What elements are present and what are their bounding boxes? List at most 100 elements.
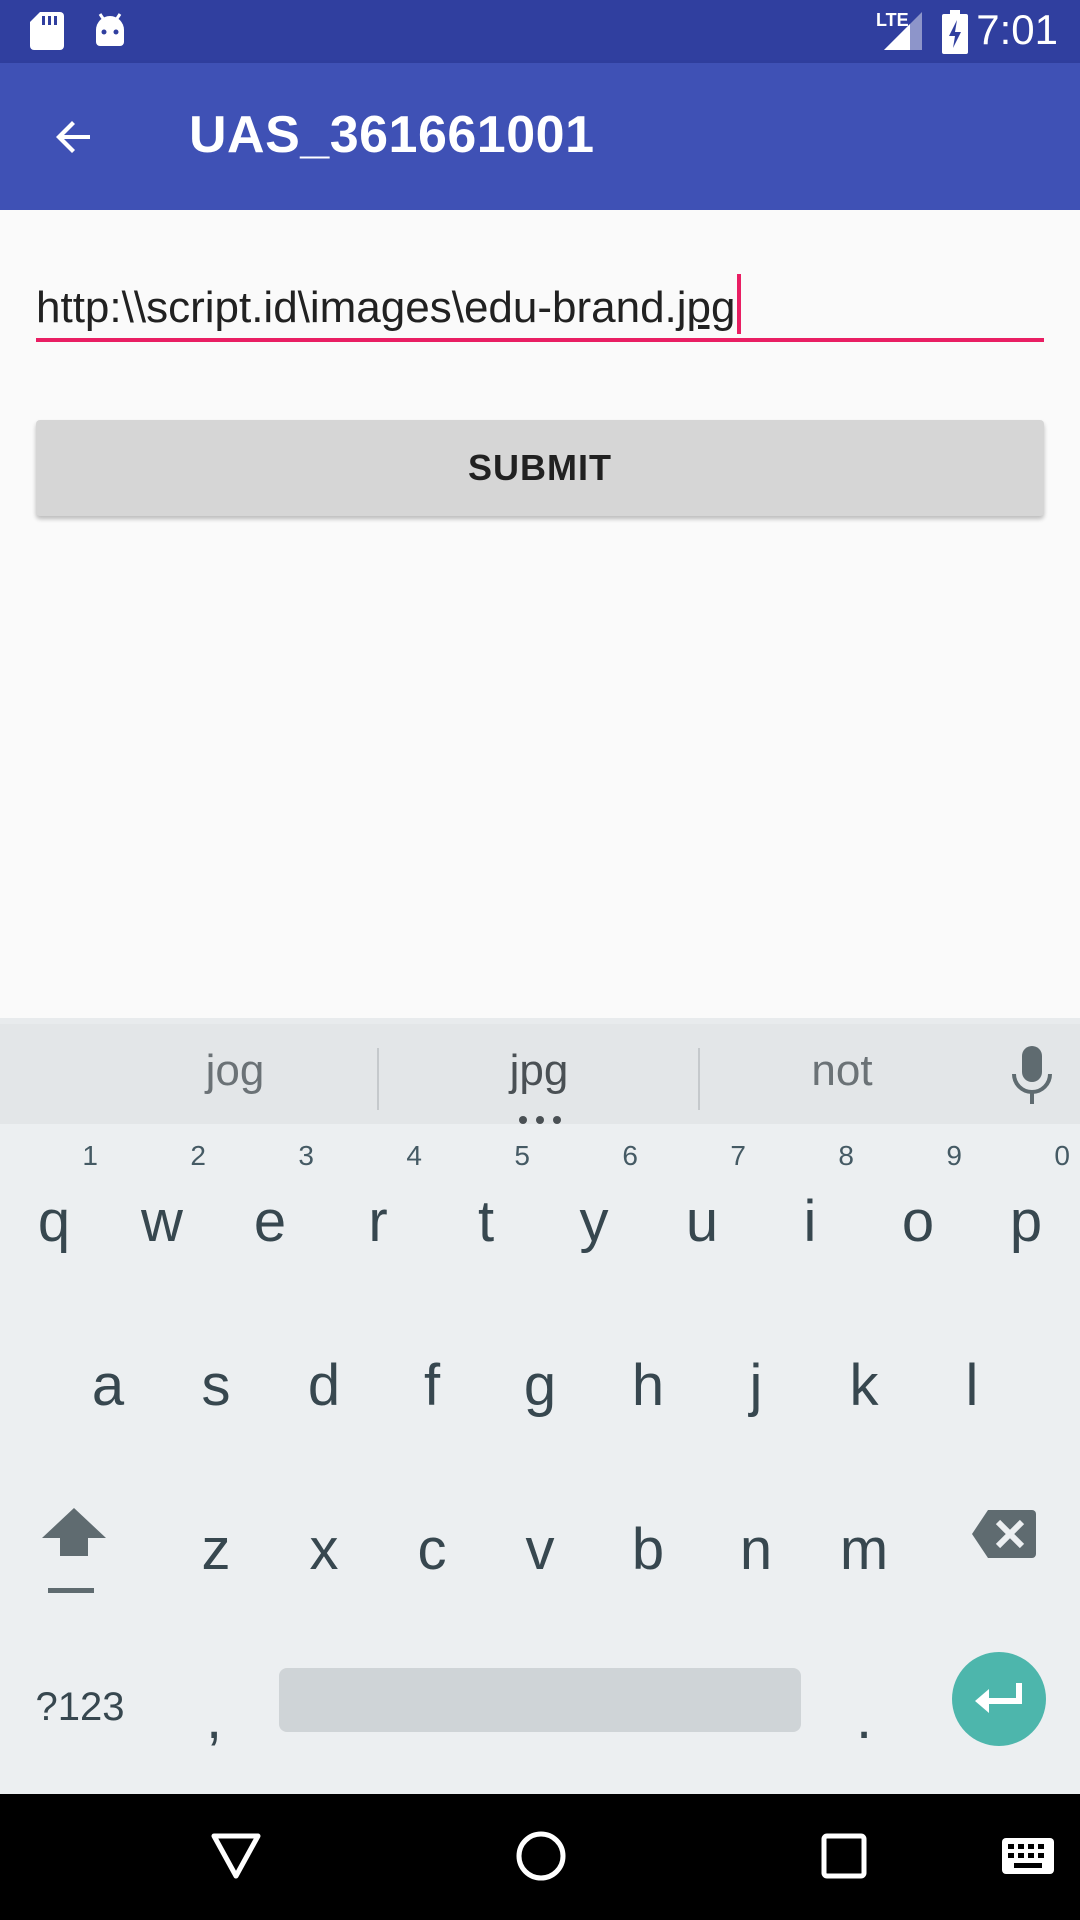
battery-charging-icon (942, 10, 968, 54)
key-number-hint: 3 (298, 1140, 314, 1171)
key-q[interactable]: 1q (0, 1136, 108, 1266)
home-circle-icon[interactable] (515, 1830, 567, 1882)
key-label: j (749, 1353, 763, 1418)
text-cursor (736, 274, 741, 334)
key-label: i (803, 1189, 817, 1254)
enter-icon (975, 1683, 1022, 1713)
key-label: d (307, 1353, 341, 1418)
key-number-hint: 5 (514, 1140, 530, 1171)
back-triangle-icon[interactable] (210, 1832, 262, 1880)
shift-key-icon[interactable] (42, 1508, 106, 1594)
comma-key[interactable]: , (160, 1633, 268, 1763)
key-v[interactable]: v (486, 1464, 594, 1594)
url-text-prefix: http:\\script.id\images\edu-brand. (36, 283, 677, 332)
key-g[interactable]: g (486, 1300, 594, 1430)
key-label: y (579, 1189, 609, 1254)
key-number-hint: 0 (1054, 1140, 1070, 1171)
url-input[interactable]: http:\\script.id\images\edu-brand.jpg (36, 260, 1044, 342)
space-key[interactable] (279, 1668, 801, 1732)
key-label: z (201, 1517, 231, 1582)
key-label: c (417, 1517, 447, 1582)
android-icon (96, 13, 124, 46)
suggestion-strip: jog jpg not (0, 1018, 1080, 1124)
key-number-hint: 1 (82, 1140, 98, 1171)
recents-square-icon[interactable] (820, 1832, 868, 1880)
key-label: n (739, 1517, 773, 1582)
key-w[interactable]: 2w (108, 1136, 216, 1266)
key-p[interactable]: 0p (972, 1136, 1080, 1266)
status-bar: LTE 7:01 (0, 0, 1080, 63)
page-title: UAS_361661001 (189, 106, 595, 164)
key-number-hint: 6 (622, 1140, 638, 1171)
key-label: f (423, 1353, 441, 1418)
key-b[interactable]: b (594, 1464, 702, 1594)
key-number-hint: 7 (730, 1140, 746, 1171)
app-bar: UAS_361661001 (0, 63, 1080, 210)
key-r[interactable]: 4r (324, 1136, 432, 1266)
key-z[interactable]: z (162, 1464, 270, 1594)
key-k[interactable]: k (810, 1300, 918, 1430)
suggestion-3[interactable]: not (692, 1046, 992, 1096)
key-label: s (201, 1353, 231, 1418)
key-l[interactable]: l (918, 1300, 1026, 1430)
enter-key[interactable] (952, 1652, 1046, 1746)
suggestion-2[interactable]: jpg (389, 1046, 689, 1096)
key-label: g (523, 1353, 557, 1418)
key-number-hint: 4 (406, 1140, 422, 1171)
main-content: http:\\script.id\images\edu-brand.jpg SU… (0, 210, 1080, 1018)
key-label: a (91, 1353, 125, 1418)
url-input-text[interactable]: http:\\script.id\images\edu-brand.jpg (36, 274, 741, 334)
key-label: m (839, 1517, 889, 1582)
period-key[interactable]: . (810, 1633, 918, 1763)
key-label: l (965, 1353, 979, 1418)
key-c[interactable]: c (378, 1464, 486, 1594)
input-underline (36, 338, 1044, 342)
microphone-icon[interactable] (1006, 1046, 1058, 1106)
back-button[interactable] (36, 99, 112, 175)
key-t[interactable]: 5t (432, 1136, 540, 1266)
soft-keyboard: jog jpg not 1q2w3e4r5t6y7u8i9o0pasdfghjk… (0, 1018, 1080, 1794)
key-h[interactable]: h (594, 1300, 702, 1430)
key-e[interactable]: 3e (216, 1136, 324, 1266)
key-label: p (1009, 1189, 1043, 1254)
key-i[interactable]: 8i (756, 1136, 864, 1266)
backspace-icon[interactable] (972, 1510, 1036, 1558)
key-label: b (631, 1517, 665, 1582)
key-number-hint: 2 (190, 1140, 206, 1171)
key-label: r (368, 1189, 388, 1254)
key-label: o (901, 1189, 935, 1254)
key-s[interactable]: s (162, 1300, 270, 1430)
symbols-key[interactable]: ?123 (20, 1633, 140, 1763)
key-number-hint: 9 (946, 1140, 962, 1171)
key-label: u (685, 1189, 719, 1254)
key-m[interactable]: m (810, 1464, 918, 1594)
key-o[interactable]: 9o (864, 1136, 972, 1266)
submit-button[interactable]: SUBMIT (36, 420, 1044, 516)
key-label: e (253, 1189, 287, 1254)
key-label: v (525, 1517, 555, 1582)
url-text-composing: jpg (676, 283, 736, 332)
signal-icon (884, 12, 922, 50)
key-a[interactable]: a (54, 1300, 162, 1430)
key-x[interactable]: x (270, 1464, 378, 1594)
key-y[interactable]: 6y (540, 1136, 648, 1266)
key-f[interactable]: f (378, 1300, 486, 1430)
key-n[interactable]: n (702, 1464, 810, 1594)
key-u[interactable]: 7u (648, 1136, 756, 1266)
key-label: w (141, 1189, 183, 1254)
key-label: h (631, 1353, 665, 1418)
key-label: k (849, 1353, 879, 1418)
arrow-back-icon (56, 121, 90, 153)
sd-card-icon (30, 12, 64, 50)
key-label: x (309, 1517, 339, 1582)
key-label: q (37, 1189, 71, 1254)
navigation-bar (0, 1794, 1080, 1920)
key-label: t (477, 1189, 495, 1254)
clock: 7:01 (976, 6, 1058, 53)
more-suggestions-dots (519, 1116, 561, 1124)
suggestion-1[interactable]: jog (85, 1046, 385, 1096)
key-j[interactable]: j (702, 1300, 810, 1430)
key-d[interactable]: d (270, 1300, 378, 1430)
suggestion-divider (377, 1048, 379, 1110)
keyboard-switch-icon[interactable] (1002, 1838, 1054, 1874)
